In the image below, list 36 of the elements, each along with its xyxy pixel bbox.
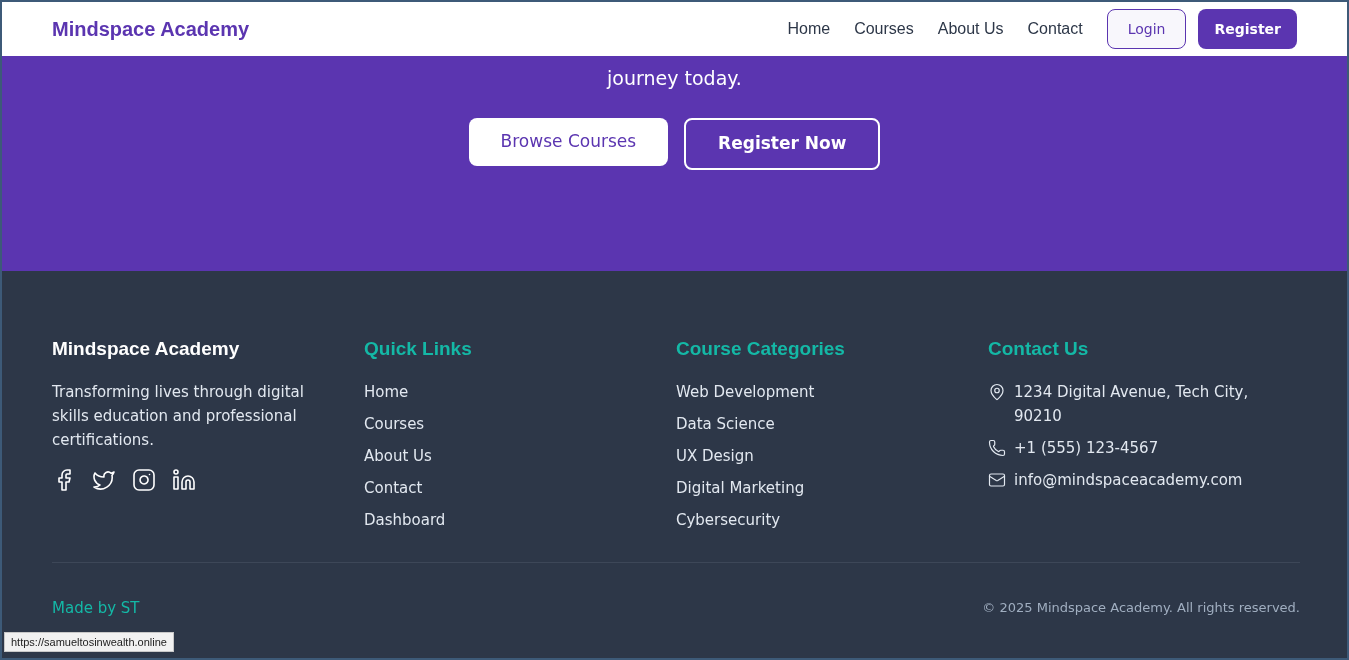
footer-heading: Contact Us [988,337,1090,361]
nav-link[interactable]: About Us [937,17,1004,41]
nav-link[interactable]: Courses [854,17,914,41]
contact-text: 1234 Digital Avenue, Tech City, 90210 [1014,381,1250,427]
brand-logo[interactable]: Mindspace Academy [52,14,250,44]
login-button[interactable]: Login [1106,9,1187,49]
footer-link[interactable]: Cybersecurity [676,510,781,529]
status-url: https://samueltosinwealth.online [4,631,174,652]
footer-heading: Course Categories [676,337,846,361]
contact-text: info@mindspaceacademy.com [1014,469,1244,491]
footer-link[interactable]: Digital Marketing [676,478,805,497]
nav-link[interactable]: Home [787,17,831,41]
browse-courses-button[interactable]: Browse Courses [468,117,669,166]
hero-text: journey today. [607,66,742,91]
footer-link[interactable]: Data Science [676,414,775,433]
register-button[interactable]: Register [1198,9,1297,49]
footer-link[interactable]: Contact [364,478,423,497]
linkedin-icon[interactable] [172,467,196,492]
footer-link[interactable]: Dashboard [364,510,446,529]
footer-link[interactable]: Home [364,382,409,401]
register-now-button[interactable]: Register Now [684,117,881,170]
footer-heading: Quick Links [364,337,473,361]
phone-icon [988,438,1006,457]
footer-brand: Mindspace Academy [52,337,241,361]
camera-icon[interactable] [132,467,156,492]
footer-link[interactable]: Courses [364,414,425,433]
footer-link[interactable]: Web Development [676,382,815,401]
contact-text: +1 (555) 123-4567 [1014,437,1160,459]
nav-link[interactable]: Contact [1027,17,1083,41]
footer-link[interactable]: UX Design [676,446,754,465]
location-pin-icon [988,382,1006,401]
footer-link[interactable]: About Us [364,446,432,465]
footer-tagline: Transforming lives through digital skills education and professional certifications. [52,381,305,451]
made-by-link[interactable]: Made by ST [52,596,140,619]
copyright-text: © 2025 Mindspace Academy. All rights reserved. [982,599,1300,617]
mail-icon [988,470,1006,489]
